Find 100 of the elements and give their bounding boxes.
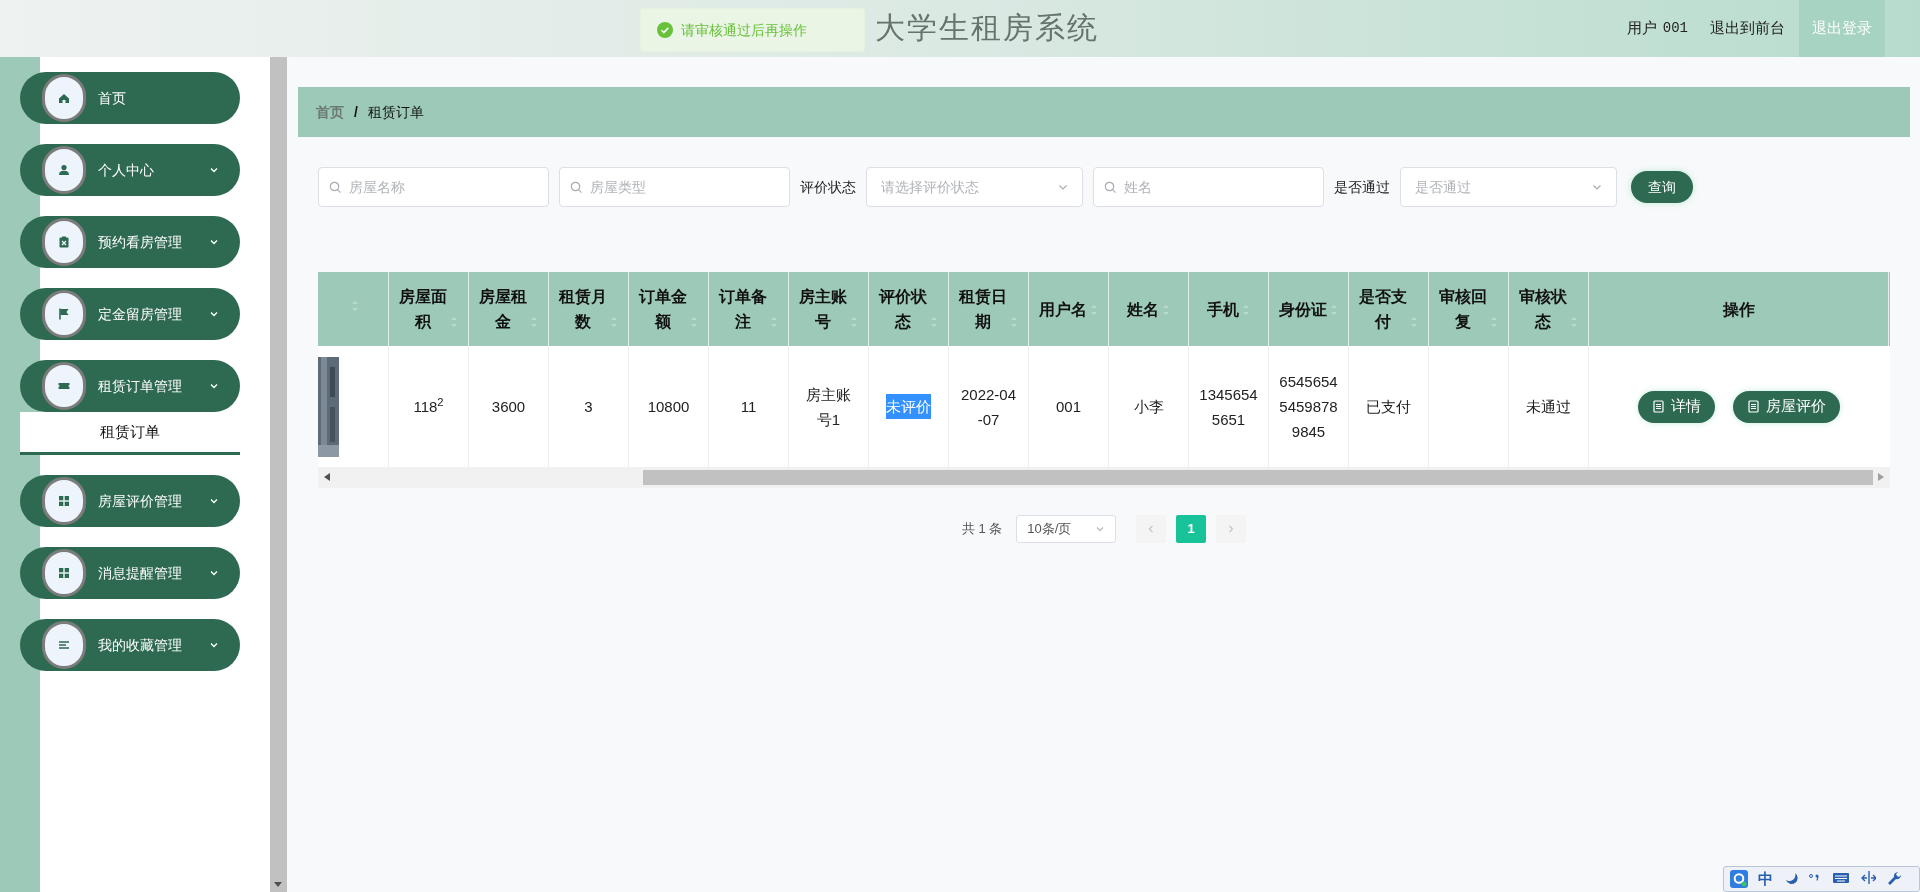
menu-label: 房屋评价管理 <box>98 491 182 511</box>
user-label: 用户 <box>1626 18 1657 39</box>
column-header: 房主账号 <box>799 287 847 332</box>
sort-icon[interactable] <box>1010 316 1018 328</box>
sort-icon[interactable] <box>1410 316 1418 328</box>
menu-label: 租赁订单管理 <box>98 376 182 396</box>
table-cell-text: 2022-04-07 <box>959 384 1018 430</box>
sort-icon[interactable] <box>610 316 618 328</box>
table-cell-text: 11 <box>740 397 757 417</box>
table-cell-text: 118$^{2}$ <box>413 395 444 417</box>
column-header: 订单备注 <box>719 287 767 332</box>
column-header: 姓名 <box>1127 299 1159 320</box>
table-cell-text: 已支付 <box>1366 397 1411 417</box>
frontend-link[interactable]: 退出到前台 <box>1710 17 1785 40</box>
scroll-left-icon[interactable] <box>324 473 330 481</box>
table-cell-text: 未通过 <box>1526 397 1571 417</box>
grid-icon <box>57 566 71 580</box>
column-header: 操作 <box>1722 299 1755 320</box>
sidebar-menu-item[interactable]: 我的收藏管理 <box>20 619 240 671</box>
search-button[interactable]: 查询 <box>1631 171 1693 203</box>
table-cell-text: 小李 <box>1133 397 1164 417</box>
sort-icon[interactable] <box>1162 303 1170 316</box>
grid-icon <box>57 494 71 508</box>
menu-label: 定金留房管理 <box>98 304 182 324</box>
sort-icon[interactable] <box>930 316 938 328</box>
select-field[interactable]: 请选择评价状态 <box>866 167 1083 207</box>
horizontal-scrollbar[interactable] <box>318 467 1890 488</box>
flag-icon <box>57 307 71 321</box>
menu-label: 消息提醒管理 <box>98 563 182 583</box>
submenu-item[interactable]: 租赁订单 <box>20 412 240 455</box>
list-icon <box>57 638 71 652</box>
select-field[interactable]: 是否通过 <box>1400 167 1617 207</box>
column-header: 评价状态 <box>879 287 927 332</box>
table-cell-text: 3600 <box>491 397 526 417</box>
sort-icon[interactable] <box>1570 316 1578 328</box>
menu-label: 个人中心 <box>98 160 154 180</box>
sort-icon[interactable] <box>450 316 458 328</box>
user-name: 001 <box>1662 19 1688 38</box>
sort-icon[interactable] <box>350 300 359 312</box>
total-count: 共 1 条 <box>961 520 1003 539</box>
menu-label: 我的收藏管理 <box>98 635 182 655</box>
column-header: 身份证 <box>1279 299 1327 320</box>
sidebar-menu-item[interactable]: 消息提醒管理 <box>20 547 240 599</box>
menu-label: 预约看房管理 <box>98 232 182 252</box>
column-header: 手机 <box>1207 299 1239 320</box>
table-cell-text: 房主账号1 <box>805 384 852 430</box>
person-icon <box>57 163 71 177</box>
search-icon <box>329 181 342 194</box>
sort-icon[interactable] <box>770 316 778 328</box>
search-field[interactable]: 姓名 <box>1093 167 1324 207</box>
column-header: 房屋租金 <box>479 287 527 332</box>
clipboard-icon <box>57 235 71 249</box>
column-header: 审核状态 <box>1519 287 1567 332</box>
document-icon <box>1747 400 1760 413</box>
document-icon <box>1652 400 1665 413</box>
success-icon <box>657 22 673 38</box>
sidebar-menu-item[interactable]: 预约看房管理 <box>20 216 240 268</box>
search-field[interactable]: 房屋类型 <box>559 167 790 207</box>
search-icon <box>1104 181 1117 194</box>
input-mode-toggle[interactable]: 中 <box>1758 867 1773 891</box>
scroll-right-icon[interactable] <box>1878 473 1884 481</box>
page-size-value: 10条/页 <box>1027 520 1072 539</box>
sidebar-menu-item[interactable]: 房屋评价管理 <box>20 475 240 527</box>
sidebar-menu-item[interactable]: 租赁订单管理 <box>20 360 240 412</box>
column-header: 审核回复 <box>1439 287 1487 332</box>
column-header: 租赁月数 <box>559 287 607 332</box>
ime-logo-icon[interactable] <box>1730 870 1748 888</box>
filter-label: 评价状态 <box>800 177 856 197</box>
table-cell-text: 001 <box>1056 397 1081 417</box>
table-cell-text: 654565454598789845 <box>1279 372 1338 442</box>
scrollbar-thumb[interactable] <box>643 470 1873 485</box>
sort-icon[interactable] <box>850 316 858 328</box>
sidebar-menu-item[interactable]: 个人中心 <box>20 144 240 196</box>
sort-icon[interactable] <box>1490 316 1498 328</box>
action-button[interactable]: 房屋评价 <box>1733 390 1840 423</box>
table-cell-text: 10800 <box>647 397 690 417</box>
wrench-icon[interactable] <box>1886 870 1902 888</box>
column-header: 订单金额 <box>639 287 687 332</box>
sidebar-menu-item[interactable]: 定金留房管理 <box>20 288 240 340</box>
menu-label: 首页 <box>98 88 126 108</box>
filter-label: 是否通过 <box>1334 177 1390 197</box>
sort-icon[interactable] <box>690 316 698 328</box>
sidebar-menu-item[interactable]: 首页 <box>20 72 240 124</box>
page-size-select[interactable]: 10条/页 <box>1016 515 1117 543</box>
chevron-down-icon <box>1095 524 1106 534</box>
column-header: 租赁日期 <box>959 287 1007 332</box>
action-button[interactable]: 详情 <box>1638 390 1715 423</box>
table-cell: 未评价 <box>886 394 931 419</box>
sort-icon[interactable] <box>1090 303 1098 316</box>
sort-icon[interactable] <box>530 316 538 328</box>
sort-icon[interactable] <box>1242 303 1250 316</box>
app-title: 大学生租房系统 <box>875 10 1099 46</box>
column-header: 是否支付 <box>1359 287 1407 332</box>
column-header: 房屋面积 <box>399 287 447 332</box>
toast-text: 请审核通过后再操作 <box>681 20 807 40</box>
sort-icon[interactable] <box>1330 303 1338 316</box>
table-cell-text: 3 <box>584 397 593 417</box>
vertical-scrollbar[interactable] <box>270 57 287 892</box>
search-field[interactable]: 房屋名称 <box>318 167 549 207</box>
scroll-down-icon[interactable] <box>274 882 282 888</box>
